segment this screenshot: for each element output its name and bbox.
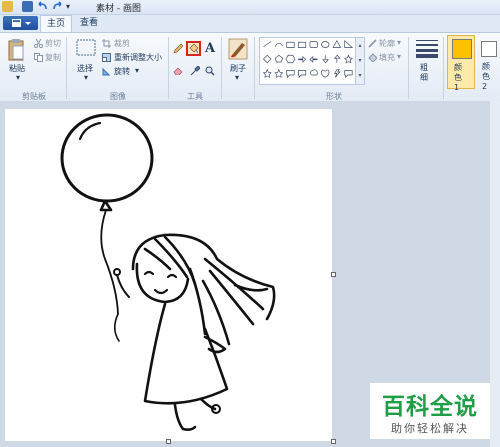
eraser-icon[interactable] <box>173 66 183 76</box>
rotate-icon <box>102 67 111 76</box>
shape-option[interactable] <box>274 68 284 78</box>
pencil-icon[interactable] <box>173 43 184 54</box>
window-title: 素材 - 画图 <box>96 4 141 14</box>
canvas-resize-handle-right[interactable] <box>331 272 336 277</box>
ribbon-separator <box>254 37 255 99</box>
select-dropdown-icon[interactable]: ▾ <box>84 73 88 82</box>
size-icon[interactable] <box>415 38 439 61</box>
brushes-dropdown-icon[interactable]: ▾ <box>235 73 239 82</box>
shape-option[interactable] <box>321 69 330 78</box>
shape-option[interactable] <box>263 54 272 64</box>
shape-option[interactable] <box>343 54 353 64</box>
cut-button[interactable]: 剪切 <box>45 38 61 49</box>
tab-view[interactable]: 查看 <box>74 16 104 31</box>
outline-dropdown-icon[interactable]: ▾ <box>397 38 401 47</box>
shape-option[interactable] <box>344 39 354 48</box>
shape-option[interactable] <box>298 56 307 63</box>
shape-option[interactable] <box>332 40 342 48</box>
shape-option[interactable] <box>262 68 272 78</box>
undo-icon[interactable] <box>37 1 48 12</box>
canvas-resize-handle-corner[interactable] <box>331 439 336 444</box>
select-icon[interactable] <box>76 39 96 60</box>
color-1-label: 颜色 1 <box>454 63 462 92</box>
rotate-button[interactable]: 旋转 <box>114 66 130 77</box>
text-tool-icon[interactable]: A <box>205 41 215 56</box>
canvas-resize-handle-bottom[interactable] <box>166 439 171 444</box>
drawing-canvas[interactable] <box>5 109 332 441</box>
shapes-gallery-scroll[interactable]: ▴ ▾ ▾ <box>355 37 365 85</box>
file-menu-button[interactable] <box>3 16 38 30</box>
shape-option[interactable] <box>322 55 329 64</box>
watermark-subtitle: 助你轻松解决 <box>391 422 469 435</box>
shape-option[interactable] <box>333 54 341 63</box>
save-icon[interactable] <box>22 1 33 12</box>
fill-button[interactable]: 填充 <box>379 52 395 63</box>
shape-option[interactable] <box>274 42 283 47</box>
rotate-dropdown-icon[interactable]: ▾ <box>135 66 139 75</box>
ribbon-separator <box>408 37 409 99</box>
shape-option[interactable] <box>285 54 296 64</box>
color-picker-icon[interactable] <box>190 65 201 76</box>
watermark: 百科全说 助你轻松解决 <box>370 383 490 439</box>
paste-dropdown-icon[interactable]: ▾ <box>16 73 20 82</box>
title-bar: ▾ 素材 - 画图 <box>0 0 500 15</box>
shape-option[interactable] <box>309 41 318 48</box>
color-1-selector[interactable]: 颜色 1 <box>447 35 475 92</box>
fill-dropdown-icon[interactable]: ▾ <box>397 52 401 61</box>
shape-option[interactable] <box>321 41 330 48</box>
shape-option[interactable] <box>334 69 341 78</box>
girl-with-balloon-drawing <box>60 113 276 431</box>
ribbon-separator <box>221 37 222 99</box>
shape-option[interactable] <box>274 54 284 63</box>
scissors-icon <box>33 38 44 49</box>
shape-option[interactable] <box>263 41 272 48</box>
shape-option[interactable] <box>286 70 295 79</box>
tab-home[interactable]: 主页 <box>40 15 72 33</box>
outline-icon <box>368 39 377 48</box>
copy-icon <box>34 53 43 62</box>
color-2-swatch <box>481 41 497 57</box>
fill-with-color-tool[interactable] <box>186 41 201 56</box>
shape-option[interactable] <box>344 70 353 79</box>
paint-app-icon <box>2 1 13 12</box>
copy-button[interactable]: 复制 <box>45 52 61 63</box>
outline-button[interactable]: 轮廓 <box>379 38 395 49</box>
ribbon-separator <box>168 37 169 99</box>
color-1-swatch <box>452 39 472 59</box>
color-2-label: 颜色 2 <box>482 62 490 91</box>
shape-option[interactable] <box>309 56 318 63</box>
magnifier-icon[interactable] <box>205 66 215 76</box>
redo-icon[interactable] <box>52 1 63 12</box>
ribbon-separator <box>443 37 444 99</box>
crop-icon <box>102 39 111 48</box>
fill-icon <box>368 53 378 63</box>
shape-option[interactable] <box>297 70 307 79</box>
customize-quick-access-icon[interactable]: ▾ <box>66 1 77 12</box>
shape-option[interactable] <box>286 41 295 48</box>
shape-option[interactable] <box>310 69 318 76</box>
resize-icon <box>102 53 111 62</box>
brush-icon[interactable] <box>228 37 248 64</box>
ribbon-separator <box>66 37 67 99</box>
vertical-scrollbar[interactable] <box>490 101 500 447</box>
shape-option[interactable] <box>297 41 307 48</box>
watermark-title: 百科全说 <box>382 394 478 420</box>
paste-icon[interactable] <box>7 38 25 65</box>
color-2-selector[interactable]: 颜色 2 <box>478 35 500 91</box>
resize-button[interactable]: 重新调整大小 <box>114 52 162 63</box>
ribbon: 粘贴 ▾ 剪切 复制 剪贴板 选择 ▾ 裁剪 重新调整大小 旋转 ▾ 图像 A <box>0 32 500 102</box>
crop-button[interactable]: 裁剪 <box>114 38 130 49</box>
shapes-gallery[interactable] <box>259 37 357 85</box>
size-button[interactable]: 粗细 <box>420 63 434 83</box>
